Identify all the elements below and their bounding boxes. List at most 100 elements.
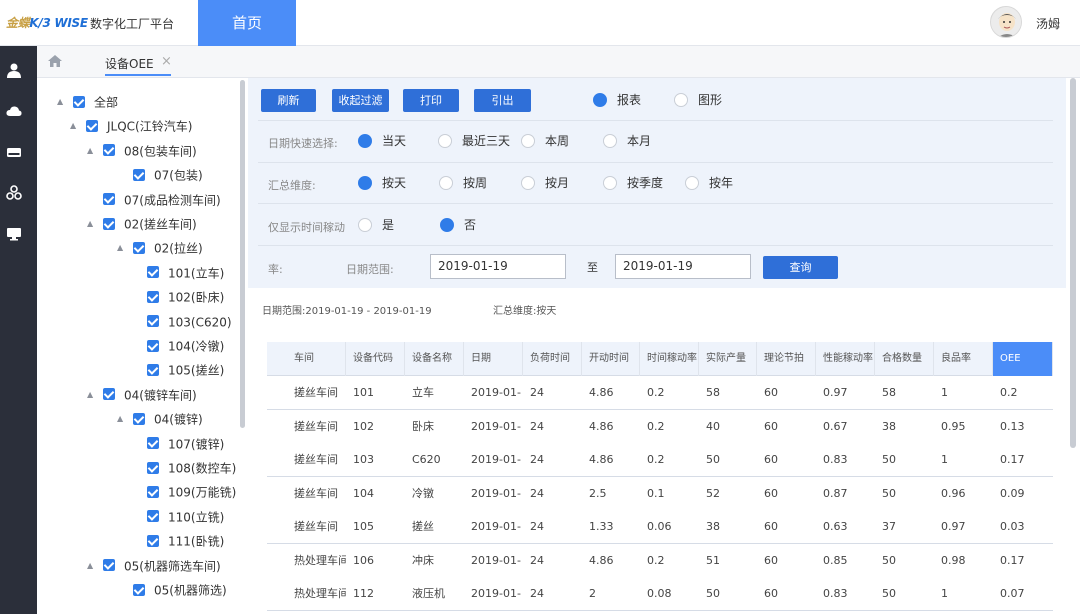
brand-logo[interactable]: 金蝶K/3 WISE xyxy=(6,14,88,31)
content-scrollbar[interactable] xyxy=(1070,78,1076,448)
tree-node[interactable]: 111(卧铣) xyxy=(131,531,224,551)
close-icon[interactable]: × xyxy=(161,54,172,69)
checkbox-checked-icon[interactable] xyxy=(147,461,159,474)
tree-node[interactable]: ▲ 04(镀锌) xyxy=(117,409,203,429)
tree-node[interactable]: ▲ 02(搓丝车间) xyxy=(87,214,197,234)
table-row[interactable]: 搓丝车间 103 C620 2019-01- 24 4.86 0.2 50 60 0.83 50 1 0… xyxy=(267,443,1053,477)
tree-node[interactable]: 105(搓丝) xyxy=(131,360,224,380)
caret-up-icon[interactable]: ▲ xyxy=(87,385,97,405)
caret-up-icon[interactable]: ▲ xyxy=(57,92,67,112)
column-header[interactable]: 实际产量 xyxy=(699,342,757,376)
checkbox-checked-icon[interactable] xyxy=(103,217,115,230)
tree-node[interactable]: 07(包装) xyxy=(117,165,203,185)
checkbox-checked-icon[interactable] xyxy=(103,144,115,157)
column-header[interactable]: 良品率 xyxy=(934,342,993,376)
network-icon[interactable] xyxy=(6,185,22,201)
checkbox-checked-icon[interactable] xyxy=(103,559,115,572)
tree-node[interactable]: 104(冷镦) xyxy=(131,336,224,356)
column-header[interactable]: 理论节拍 xyxy=(757,342,816,376)
table-row[interactable]: 热处理车间 106 冲床 2019-01- 24 4.86 0.2 51 60 0.85 50 0.9… xyxy=(267,543,1053,578)
tree-node[interactable]: 110(立铣) xyxy=(131,507,224,527)
checkbox-checked-icon[interactable] xyxy=(133,412,145,425)
column-header[interactable]: 开动时间 xyxy=(582,342,640,376)
table-row[interactable]: 搓丝车间 104 冷镦 2019-01- 24 2.5 0.1 52 60 0.87 50 0.96 0… xyxy=(267,476,1053,511)
column-header[interactable]: 负荷时间 xyxy=(523,342,582,376)
checkbox-checked-icon[interactable] xyxy=(147,339,159,352)
query-button[interactable]: 查询 xyxy=(763,256,838,279)
caret-up-icon[interactable]: ▲ xyxy=(117,238,127,258)
checkbox-checked-icon[interactable] xyxy=(73,95,85,108)
view-chart-radio[interactable]: 图形 xyxy=(674,92,722,108)
monitor-icon[interactable] xyxy=(6,226,22,242)
cloud-icon[interactable] xyxy=(6,103,22,119)
quick-date-option[interactable]: 当天 xyxy=(358,133,406,149)
tree-node[interactable]: ▲ 全部 xyxy=(57,92,118,112)
checkbox-checked-icon[interactable] xyxy=(103,193,115,206)
home-icon[interactable] xyxy=(47,54,63,68)
tree-scrollbar[interactable] xyxy=(240,80,245,428)
column-header[interactable]: OEE xyxy=(993,342,1053,376)
checkbox-checked-icon[interactable] xyxy=(133,241,145,254)
caret-up-icon[interactable]: ▲ xyxy=(87,141,97,161)
refresh-button[interactable]: 刷新 xyxy=(261,89,316,112)
summary-dim-option[interactable]: 按年 xyxy=(685,175,733,191)
checkbox-checked-icon[interactable] xyxy=(86,119,98,132)
util-only-option[interactable]: 是 xyxy=(358,217,394,233)
table-row[interactable]: 搓丝车间 101 立车 2019-01- 24 4.86 0.2 58 60 0.97 58 1 0.2 xyxy=(267,376,1053,410)
tree-node[interactable]: ▲ 05(机器筛选车间) xyxy=(87,556,221,576)
table-row[interactable]: 搓丝车间 102 卧床 2019-01- 24 4.86 0.2 40 60 0.67 38 0.95… xyxy=(267,409,1053,444)
avatar[interactable] xyxy=(990,6,1022,38)
date-to-input[interactable]: 2019-01-19 xyxy=(615,254,751,279)
caret-up-icon[interactable]: ▲ xyxy=(87,556,97,576)
tree-node[interactable]: 107(镀锌) xyxy=(131,434,224,454)
summary-dim-option[interactable]: 按月 xyxy=(521,175,569,191)
tab-equipment-oee[interactable]: 设备OEE xyxy=(105,55,154,72)
view-report-radio[interactable]: 报表 xyxy=(593,92,641,108)
checkbox-checked-icon[interactable] xyxy=(147,437,159,450)
user-icon[interactable] xyxy=(6,62,22,78)
caret-up-icon[interactable]: ▲ xyxy=(87,214,97,234)
export-button[interactable]: 引出 xyxy=(474,89,531,112)
checkbox-checked-icon[interactable] xyxy=(147,510,159,523)
tree-node[interactable]: 102(卧床) xyxy=(131,287,224,307)
summary-dim-option[interactable]: 按季度 xyxy=(603,175,663,191)
util-only-option[interactable]: 否 xyxy=(440,217,476,233)
username[interactable]: 汤姆 xyxy=(1036,15,1060,32)
column-header[interactable]: 性能稼动率 xyxy=(816,342,875,376)
print-button[interactable]: 打印 xyxy=(403,89,459,112)
checkbox-checked-icon[interactable] xyxy=(147,363,159,376)
quick-date-option[interactable]: 本周 xyxy=(521,133,569,149)
checkbox-checked-icon[interactable] xyxy=(147,485,159,498)
tree-node[interactable]: 07(成品检测车间) xyxy=(87,190,221,210)
storage-icon[interactable] xyxy=(6,144,22,160)
collapse-filter-button[interactable]: 收起过滤 xyxy=(332,89,389,112)
tree-node[interactable]: 101(立车) xyxy=(131,263,224,283)
checkbox-checked-icon[interactable] xyxy=(147,266,159,279)
caret-up-icon[interactable]: ▲ xyxy=(117,409,127,429)
tree-node[interactable]: ▲ 08(包装车间) xyxy=(87,141,197,161)
checkbox-checked-icon[interactable] xyxy=(147,290,159,303)
column-header[interactable]: 车间 xyxy=(287,342,346,376)
date-from-input[interactable]: 2019-01-19 xyxy=(430,254,566,279)
table-row[interactable]: 热处理车间 112 液压机 2019-01- 24 2 0.08 50 60 0.83 50 1 0.0… xyxy=(267,577,1053,611)
tree-node[interactable]: ▲ 04(镀锌车间) xyxy=(87,385,197,405)
home-nav-tab[interactable]: 首页 xyxy=(198,0,296,46)
tree-node[interactable]: ▲ 02(拉丝) xyxy=(117,238,203,258)
tree-node[interactable]: 108(数控车) xyxy=(131,458,236,478)
checkbox-checked-icon[interactable] xyxy=(147,315,159,328)
column-header[interactable]: 设备代码 xyxy=(346,342,405,376)
column-header[interactable]: 合格数量 xyxy=(875,342,934,376)
quick-date-option[interactable]: 最近三天 xyxy=(438,133,510,149)
summary-dim-option[interactable]: 按天 xyxy=(358,175,406,191)
column-header[interactable]: 日期 xyxy=(464,342,523,376)
checkbox-checked-icon[interactable] xyxy=(147,534,159,547)
column-header[interactable]: 设备名称 xyxy=(405,342,464,376)
tree-node[interactable]: ▲ JLQC(江铃汽车) xyxy=(70,116,192,136)
checkbox-checked-icon[interactable] xyxy=(133,583,145,596)
tree-node[interactable]: 109(万能铣) xyxy=(131,482,236,502)
checkbox-checked-icon[interactable] xyxy=(133,168,145,181)
caret-up-icon[interactable]: ▲ xyxy=(70,116,80,136)
summary-dim-option[interactable]: 按周 xyxy=(439,175,487,191)
table-row[interactable]: 搓丝车间 105 搓丝 2019-01- 24 1.33 0.06 38 60 0.63 37 0.9… xyxy=(267,510,1053,544)
quick-date-option[interactable]: 本月 xyxy=(603,133,651,149)
